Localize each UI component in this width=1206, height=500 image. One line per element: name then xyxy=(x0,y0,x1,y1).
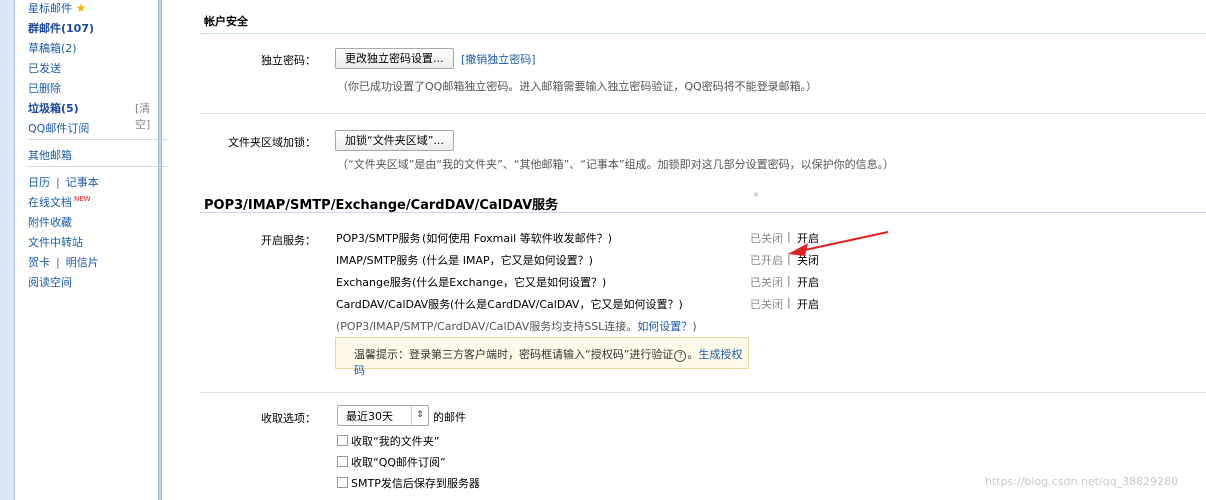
sidebar-item-starred[interactable]: 星标邮件 ★ xyxy=(28,0,86,16)
ssl-note: (POP3/IMAP/SMTP/CardDAV/CalDAV服务均支持SSL连接… xyxy=(336,318,697,334)
service-name-imap: IMAP/SMTP服务 xyxy=(336,254,419,267)
checkbox-subscriptions[interactable] xyxy=(337,456,348,467)
receive-range-select[interactable]: 最近30天 ⇕ xyxy=(337,405,429,426)
sidebar-item-reading-space[interactable]: 阅读空间 xyxy=(28,274,72,290)
folder-lock-label: 文件夹区域加锁： xyxy=(228,136,316,149)
option-label-smtp-save: SMTP发信后保存到服务器 xyxy=(351,477,480,490)
receive-range-suffix: 的邮件 xyxy=(433,411,466,424)
sidebar-item-cards[interactable]: 贺卡 xyxy=(28,256,50,269)
checkbox-smtp-save[interactable] xyxy=(337,477,348,488)
password-hint: （你已成功设置了QQ邮箱独立密码。进入邮箱需要输入独立密码验证，QQ密码将不能登… xyxy=(337,80,818,93)
service-help-pop3[interactable]: (如何使用 Foxmail 等软件收发邮件？) xyxy=(422,230,612,246)
service-status-caldav: 已关闭 xyxy=(750,298,783,311)
sidebar-item-online-docs[interactable]: 在线文档 NEW xyxy=(28,194,91,210)
section-divider xyxy=(200,212,1206,213)
sidebar-splitter[interactable] xyxy=(158,0,162,500)
change-password-button[interactable]: 更改独立密码设置... xyxy=(335,48,454,69)
service-help-imap[interactable]: (什么是 IMAP，它又是如何设置？) xyxy=(422,252,593,268)
service-status-pop3: 已关闭 xyxy=(750,232,783,245)
help-circle-icon[interactable]: ? xyxy=(674,350,687,362)
row-divider xyxy=(200,392,1206,393)
folder-sidebar: 星标邮件 ★ 群邮件(107) 草稿箱(2) 已发送 已删除 垃圾箱(5) [清… xyxy=(15,0,169,500)
new-badge: NEW xyxy=(74,195,91,204)
authorization-code-tip: 温馨提示：登录第三方客户端时，密码框请输入“授权码”进行验证? 。生成授权码 xyxy=(335,337,749,377)
ssl-help-link[interactable]: 如何设置？ xyxy=(637,320,692,333)
settings-panel: 帐户安全 独立密码： 更改独立密码设置... [撤销独立密码] （你已成功设置了… xyxy=(200,0,1206,500)
watermark: https://blog.csdn.net/qq_38829280 xyxy=(985,475,1179,488)
sidebar-item-deleted[interactable]: 已删除 xyxy=(28,80,61,96)
folder-lock-button[interactable]: 加锁“文件夹区域”... xyxy=(335,130,454,151)
stray-dot: 。 xyxy=(754,185,765,198)
service-toggle-caldav[interactable]: 开启 xyxy=(797,296,819,312)
checkbox-my-folders[interactable] xyxy=(337,435,348,446)
enable-services-label: 开启服务： xyxy=(261,234,316,247)
star-icon: ★ xyxy=(75,1,87,15)
service-name-pop3: POP3/SMTP服务 xyxy=(336,232,421,245)
sidebar-divider xyxy=(27,139,169,140)
sidebar-item-notes[interactable]: 记事本 xyxy=(66,176,99,189)
service-name-exchange: Exchange服务 xyxy=(336,276,412,289)
sidebar-row-calendar-notes: 日历 | 记事本 xyxy=(28,174,99,190)
pipe-separator: | xyxy=(787,296,791,309)
pipe-separator: | xyxy=(56,176,60,189)
row-divider xyxy=(200,113,1206,114)
sidebar-divider xyxy=(27,166,169,167)
service-status-imap: 已开启 xyxy=(750,254,783,267)
pipe-separator: | xyxy=(56,256,60,269)
folder-lock-hint: （“文件夹区域”是由“我的文件夹”、“其他邮箱”、“记事本”组成。加锁即对这几部… xyxy=(337,158,895,171)
revoke-password-link[interactable]: [撤销独立密码] xyxy=(461,51,536,67)
select-value: 最近30天 xyxy=(346,410,393,423)
service-status-exchange: 已关闭 xyxy=(750,276,783,289)
sidebar-item-attachments[interactable]: 附件收藏 xyxy=(28,214,72,230)
services-title: POP3/IMAP/SMTP/Exchange/CardDAV/CalDAV服务 xyxy=(204,198,559,213)
section-divider xyxy=(200,33,1206,34)
sidebar-item-spam[interactable]: 垃圾箱(5) xyxy=(28,100,79,116)
service-help-caldav[interactable]: (什么是CardDAV/CalDAV，它又是如何设置？) xyxy=(450,296,683,312)
select-arrows-icon: ⇕ xyxy=(411,406,428,425)
receive-options-label: 收取选项： xyxy=(261,412,316,425)
sidebar-item-calendar[interactable]: 日历 xyxy=(28,176,50,189)
sidebar-item-postcards[interactable]: 明信片 xyxy=(66,256,99,269)
account-security-title: 帐户安全 xyxy=(204,15,248,28)
ssl-note-close: ) xyxy=(692,320,697,333)
ssl-note-text: (POP3/IMAP/SMTP/CardDAV/CalDAV服务均支持SSL连接… xyxy=(336,320,638,333)
sidebar-item-label: 星标邮件 xyxy=(28,2,72,15)
sidebar-item-group-mail[interactable]: 群邮件(107) xyxy=(28,20,94,36)
tip-text: 温馨提示：登录第三方客户端时，密码框请输入“授权码”进行验证 xyxy=(354,348,674,361)
sidebar-item-sent[interactable]: 已发送 xyxy=(28,60,61,76)
sidebar-item-label: 在线文档 xyxy=(28,196,72,209)
tip-separator: 。 xyxy=(687,348,699,361)
independent-password-label: 独立密码： xyxy=(261,54,316,67)
option-label-subscriptions: 收取“QQ邮件订阅” xyxy=(351,456,446,469)
service-help-exchange[interactable]: (什么是Exchange，它又是如何设置？) xyxy=(412,274,606,290)
sidebar-item-subscriptions[interactable]: QQ邮件订阅 xyxy=(28,120,89,136)
option-label-my-folders: 收取“我的文件夹” xyxy=(351,435,440,448)
red-arrow-annotation xyxy=(788,231,889,256)
service-toggle-exchange[interactable]: 开启 xyxy=(797,274,819,290)
left-frame-strip xyxy=(0,0,15,500)
sidebar-row-cards: 贺卡 | 明信片 xyxy=(28,254,99,270)
spam-clear-link[interactable]: [清空] xyxy=(135,100,158,132)
sidebar-item-drafts[interactable]: 草稿箱(2) xyxy=(28,40,77,56)
sidebar-item-file-transfer[interactable]: 文件中转站 xyxy=(28,234,83,250)
pipe-separator: | xyxy=(787,274,791,287)
sidebar-item-other-mailboxes[interactable]: 其他邮箱 xyxy=(28,147,72,163)
service-name-caldav: CardDAV/CalDAV服务 xyxy=(336,298,451,311)
